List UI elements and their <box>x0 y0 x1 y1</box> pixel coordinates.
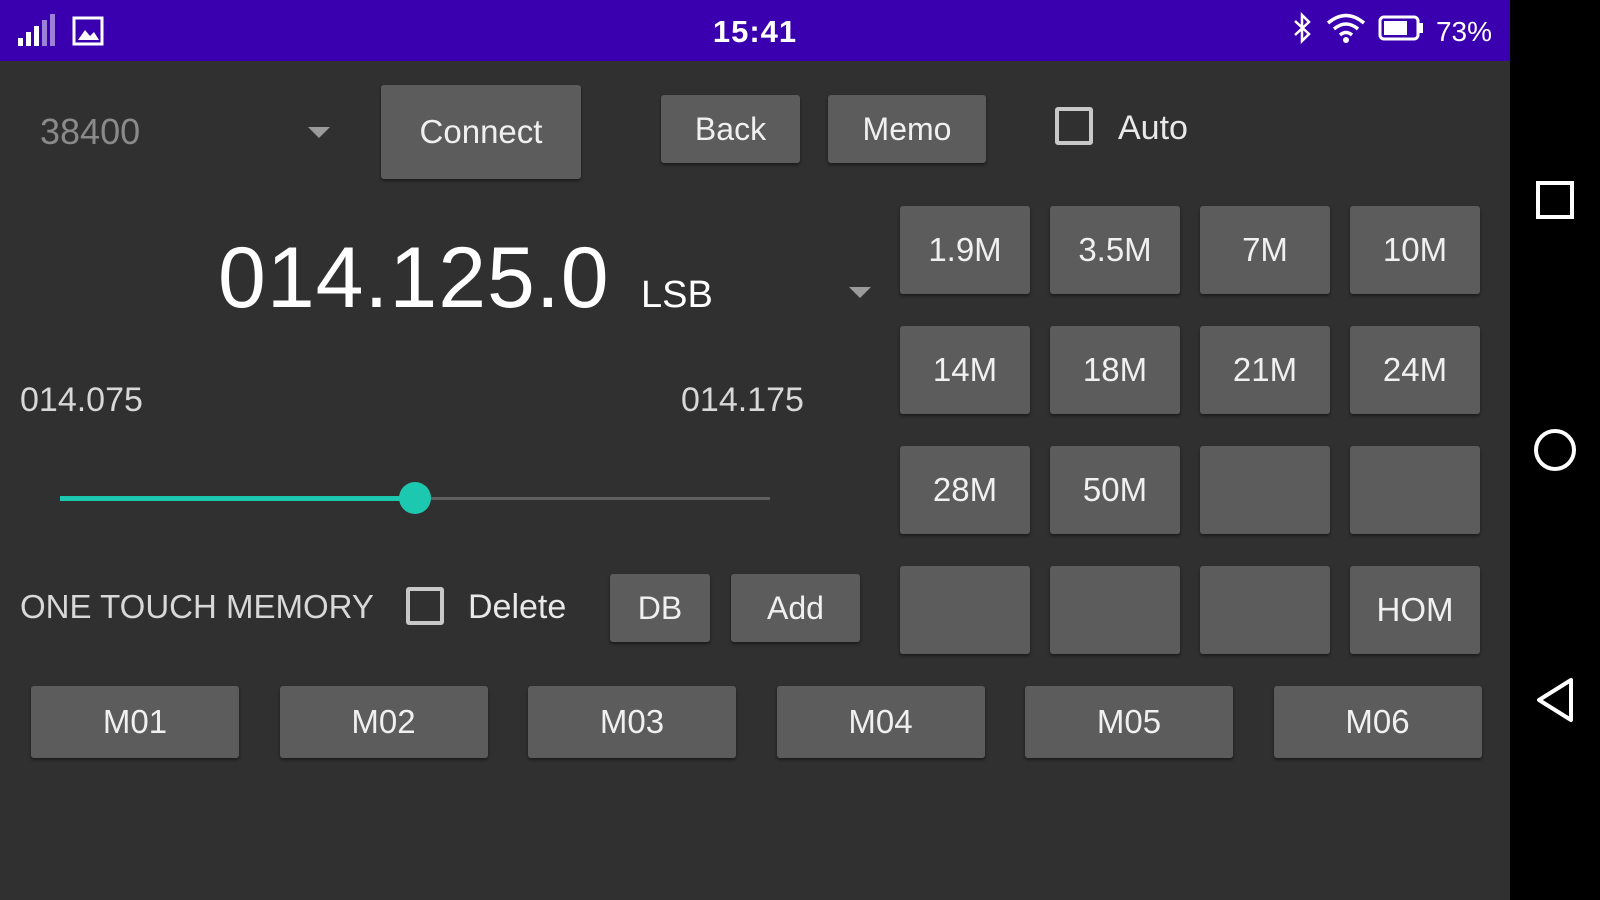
mode-dropdown-icon[interactable] <box>849 287 871 298</box>
connect-button[interactable]: Connect <box>381 85 581 179</box>
band-button-14m[interactable]: 14M <box>900 326 1030 414</box>
band-button-24m[interactable]: 24M <box>1350 326 1480 414</box>
recents-icon <box>1536 181 1574 219</box>
band-button-7m[interactable]: 7M <box>1200 206 1330 294</box>
app-content: 38400 Connect Back Memo Auto 014.125.0 L… <box>0 61 1510 900</box>
auto-checkbox[interactable] <box>1055 107 1093 145</box>
band-button-empty-12[interactable] <box>900 566 1030 654</box>
memory-button-m04[interactable]: M04 <box>776 686 985 758</box>
home-icon <box>1534 429 1576 471</box>
back-button[interactable]: Back <box>661 95 800 163</box>
battery-icon <box>1378 15 1424 48</box>
add-button[interactable]: Add <box>731 574 860 642</box>
db-button[interactable]: DB <box>610 574 710 642</box>
band-button-hom[interactable]: HOM <box>1350 566 1480 654</box>
status-time: 15:41 <box>712 14 798 49</box>
band-button-50m[interactable]: 50M <box>1050 446 1180 534</box>
baud-rate-dropdown[interactable]: 38400 <box>40 103 340 157</box>
home-button[interactable] <box>1510 420 1600 480</box>
auto-label: Auto <box>1118 109 1188 147</box>
frequency-display: 014.125.0 <box>218 230 610 326</box>
chevron-down-icon <box>308 127 330 138</box>
band-button-21m[interactable]: 21M <box>1200 326 1330 414</box>
memory-button-m05[interactable]: M05 <box>1025 686 1233 758</box>
mode-label: LSB <box>641 274 713 316</box>
memory-button-m03[interactable]: M03 <box>528 686 736 758</box>
bluetooth-icon <box>1292 11 1314 51</box>
status-bar: 15:41 73% <box>0 0 1510 61</box>
delete-label: Delete <box>468 588 567 626</box>
memo-button[interactable]: Memo <box>828 95 986 163</box>
wifi-icon <box>1326 12 1366 51</box>
navigation-bar <box>1510 0 1600 900</box>
battery-percent: 73% <box>1435 15 1492 47</box>
memory-button-m01[interactable]: M01 <box>31 686 239 758</box>
memory-button-m02[interactable]: M02 <box>279 686 488 758</box>
frequency-slider[interactable] <box>60 482 770 514</box>
delete-checkbox[interactable] <box>406 587 444 625</box>
slider-thumb[interactable] <box>399 482 431 514</box>
band-button-18m[interactable]: 18M <box>1050 326 1180 414</box>
band-button-1-9m[interactable]: 1.9M <box>900 206 1030 294</box>
range-min: 014.075 <box>20 381 143 419</box>
band-button-empty-10[interactable] <box>1200 446 1330 534</box>
band-button-28m[interactable]: 28M <box>900 446 1030 534</box>
baud-rate-value: 38400 <box>40 111 141 152</box>
band-button-empty-13[interactable] <box>1050 566 1180 654</box>
band-button-10m[interactable]: 10M <box>1350 206 1480 294</box>
band-button-3-5m[interactable]: 3.5M <box>1050 206 1180 294</box>
range-max: 014.175 <box>681 381 804 419</box>
band-button-empty-14[interactable] <box>1200 566 1330 654</box>
band-button-empty-11[interactable] <box>1350 446 1480 534</box>
nav-back-button[interactable] <box>1510 670 1600 730</box>
memory-button-m06[interactable]: M06 <box>1273 686 1482 758</box>
one-touch-memory-title: ONE TOUCH MEMORY <box>20 588 374 625</box>
back-icon <box>1537 678 1573 722</box>
recents-button[interactable] <box>1510 170 1600 230</box>
slider-fill <box>60 496 415 501</box>
